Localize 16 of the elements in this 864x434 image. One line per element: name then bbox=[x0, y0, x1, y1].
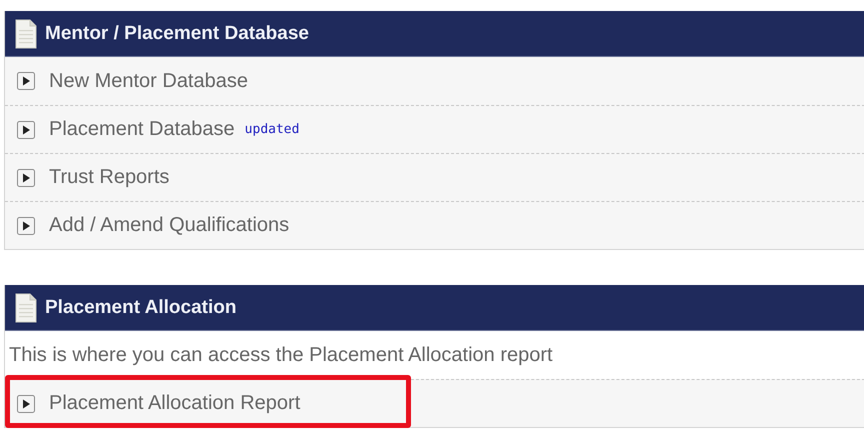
menu-link[interactable]: New Mentor Database bbox=[49, 70, 248, 92]
description-text: This is where you can access the Placement Allocation report bbox=[9, 344, 553, 366]
panel-title: Mentor / Placement Database bbox=[45, 22, 309, 44]
play-icon bbox=[17, 72, 35, 90]
menu-link[interactable]: Trust Reports bbox=[49, 166, 170, 189]
menu-link[interactable]: Placement Allocation Report bbox=[49, 392, 300, 415]
play-icon bbox=[17, 120, 35, 138]
panel-title: Placement Allocation bbox=[45, 296, 236, 318]
document-icon bbox=[15, 18, 37, 48]
document-icon bbox=[15, 292, 37, 322]
play-icon bbox=[17, 394, 35, 412]
menu-link[interactable]: Placement Database bbox=[49, 118, 235, 141]
menu-link[interactable]: Add / Amend Qualifications bbox=[49, 214, 290, 237]
play-icon bbox=[17, 216, 35, 234]
updated-tag: updated bbox=[244, 122, 300, 137]
play-icon bbox=[17, 168, 35, 186]
